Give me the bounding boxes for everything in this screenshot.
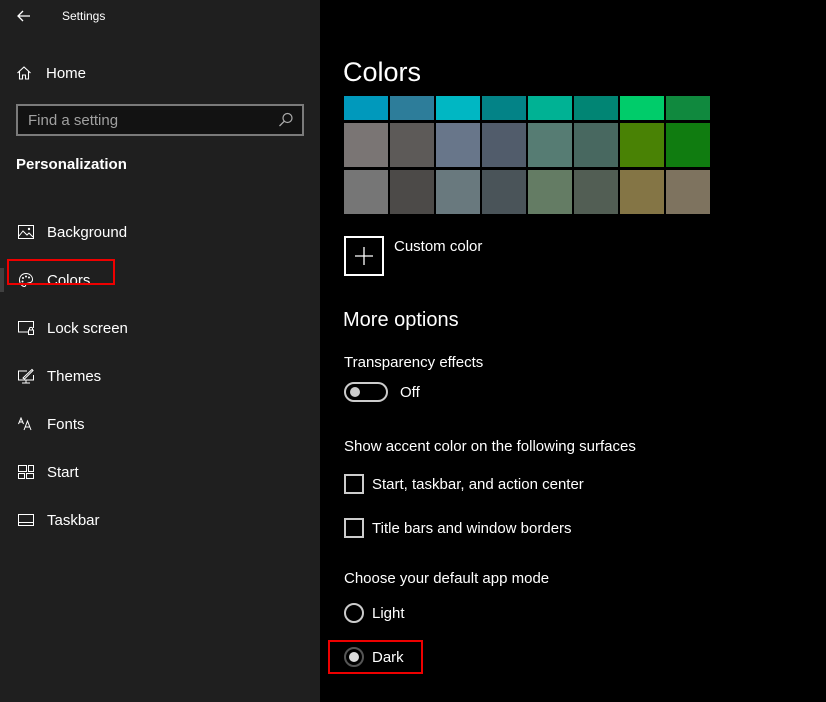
transparency-toggle[interactable]: Off: [344, 382, 420, 402]
sidebar-item-label: Colors: [47, 271, 91, 289]
start-taskbar-checkbox[interactable]: Start, taskbar, and action center: [344, 474, 584, 494]
taskbar-icon: [18, 512, 34, 528]
lock-screen-icon: [18, 320, 34, 336]
accent-surfaces-label: Show accent color on the following surfa…: [344, 438, 636, 455]
sidebar-item-label: Themes: [47, 367, 102, 385]
more-options-heading: More options: [343, 309, 459, 331]
back-arrow-icon: [17, 10, 30, 22]
palette-icon: [18, 272, 34, 288]
sidebar-item-fonts[interactable]: Fonts: [0, 400, 320, 448]
section-title: Personalization: [16, 156, 127, 173]
color-swatch[interactable]: [482, 170, 526, 214]
sidebar-nav: Background Colors Lock screen Themes Fon…: [0, 208, 320, 544]
color-swatch[interactable]: [666, 123, 710, 167]
color-swatch[interactable]: [574, 96, 618, 120]
sidebar-item-label: Background: [47, 223, 128, 241]
sidebar-item-colors[interactable]: Colors: [0, 256, 320, 304]
home-icon: [17, 66, 31, 80]
sidebar-item-taskbar[interactable]: Taskbar: [0, 496, 320, 544]
toggle-track: [344, 382, 388, 402]
themes-icon: [18, 368, 34, 384]
color-swatch[interactable]: [436, 123, 480, 167]
start-icon: [18, 464, 34, 480]
title-bars-checkbox[interactable]: Title bars and window borders: [344, 518, 572, 538]
accent-color-grid: [344, 96, 712, 217]
checkbox-label: Title bars and window borders: [372, 519, 572, 537]
sidebar-item-themes[interactable]: Themes: [0, 352, 320, 400]
color-swatch[interactable]: [390, 170, 434, 214]
color-swatch[interactable]: [620, 170, 664, 214]
sidebar-item-background[interactable]: Background: [0, 208, 320, 256]
search-input[interactable]: [28, 111, 276, 129]
color-swatch[interactable]: [574, 123, 618, 167]
checkbox-label: Start, taskbar, and action center: [372, 475, 584, 493]
transparency-label: Transparency effects: [344, 354, 484, 371]
dark-mode-radio[interactable]: Dark: [344, 647, 404, 667]
sidebar: Settings Home Personalization Background…: [0, 0, 320, 702]
color-swatch[interactable]: [344, 96, 388, 120]
color-swatch[interactable]: [620, 123, 664, 167]
color-swatch[interactable]: [528, 170, 572, 214]
color-swatch[interactable]: [620, 96, 664, 120]
home-link[interactable]: Home: [16, 60, 86, 86]
sidebar-item-label: Lock screen: [47, 319, 128, 337]
image-icon: [18, 224, 34, 240]
search-box[interactable]: [16, 104, 304, 136]
sidebar-item-label: Taskbar: [47, 511, 100, 529]
radio-label: Dark: [372, 648, 404, 666]
plus-icon: [344, 236, 384, 276]
sidebar-item-start[interactable]: Start: [0, 448, 320, 496]
color-swatch[interactable]: [528, 96, 572, 120]
toggle-state-label: Off: [400, 383, 420, 401]
custom-color-label: Custom color: [394, 238, 483, 255]
radio-label: Light: [372, 604, 405, 622]
color-swatch[interactable]: [528, 123, 572, 167]
color-swatch[interactable]: [482, 123, 526, 167]
back-button[interactable]: [14, 6, 34, 26]
sidebar-item-label: Start: [47, 463, 79, 481]
home-label: Home: [46, 64, 87, 82]
toggle-knob: [350, 387, 360, 397]
radio-ring: [344, 647, 364, 667]
swatch-row: [344, 96, 712, 120]
custom-color-button[interactable]: Custom color: [344, 236, 482, 276]
color-swatch[interactable]: [666, 170, 710, 214]
main-content: Colors Custom color More options Transpa…: [320, 0, 826, 702]
color-swatch[interactable]: [436, 170, 480, 214]
checkbox-box: [344, 474, 364, 494]
sidebar-item-label: Fonts: [47, 415, 85, 433]
color-swatch[interactable]: [436, 96, 480, 120]
sidebar-item-lock-screen[interactable]: Lock screen: [0, 304, 320, 352]
search-icon[interactable]: [276, 110, 296, 130]
color-swatch[interactable]: [344, 123, 388, 167]
fonts-icon: [18, 416, 34, 432]
color-swatch[interactable]: [482, 96, 526, 120]
checkbox-box: [344, 518, 364, 538]
swatch-row: [344, 123, 712, 167]
light-mode-radio[interactable]: Light: [344, 603, 405, 623]
color-swatch[interactable]: [344, 170, 388, 214]
color-swatch[interactable]: [390, 96, 434, 120]
color-swatch[interactable]: [666, 96, 710, 120]
app-title: Settings: [62, 9, 106, 23]
app-mode-label: Choose your default app mode: [344, 570, 550, 587]
swatch-row: [344, 170, 712, 214]
page-title: Colors: [343, 57, 422, 87]
color-swatch[interactable]: [390, 123, 434, 167]
radio-ring: [344, 603, 364, 623]
color-swatch[interactable]: [574, 170, 618, 214]
